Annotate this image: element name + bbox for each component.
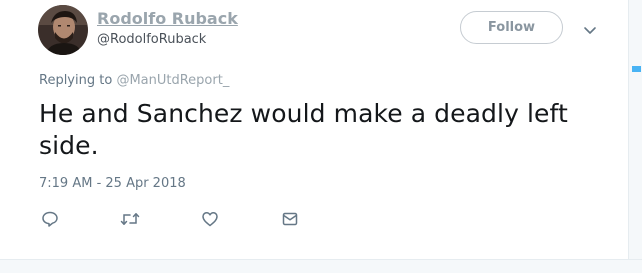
tweet-timestamp[interactable]: 7:19 AM - 25 Apr 2018 [39,176,186,191]
replying-to: Replying to @ManUtdReport_ [39,73,229,88]
envelope-icon[interactable] [280,209,300,229]
avatar-image [38,5,88,55]
avatar[interactable] [38,5,88,55]
heart-icon[interactable] [200,209,220,229]
follow-button[interactable]: Follow [460,11,563,44]
replying-to-label: Replying to [39,73,113,88]
scrollbar-track[interactable] [628,0,642,273]
retweet-icon[interactable] [120,209,140,229]
reply-icon[interactable] [40,209,60,229]
bottom-border [0,259,642,273]
tweet-text: He and Sanchez would make a deadly left … [39,99,568,160]
chevron-down-icon[interactable] [583,22,597,34]
reply-mention-link[interactable]: @ManUtdReport_ [116,73,229,88]
author-display-name[interactable]: Rodolfo Ruback [97,9,238,28]
scrollbar-marker [632,66,641,72]
author-handle[interactable]: @RodolfoRuback [97,32,206,47]
tweet-card: Rodolfo Ruback @RodolfoRuback Follow Rep… [0,0,642,273]
